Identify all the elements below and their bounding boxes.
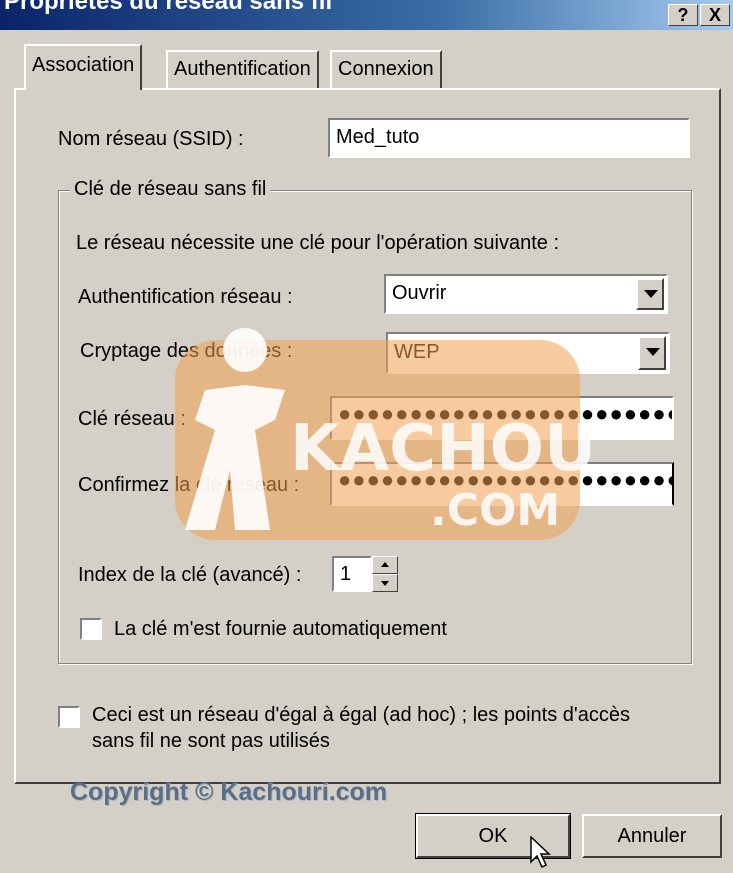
tab-connexion[interactable]: Connexion <box>330 50 442 88</box>
encryption-select-value: WEP <box>394 341 440 363</box>
chevron-down-icon[interactable] <box>636 278 664 310</box>
adhoc-label-line2: sans fil ne sont pas utilisés <box>92 730 330 752</box>
confirm-key-label: Confirmez la clé réseau : <box>78 474 300 496</box>
adhoc-checkbox[interactable] <box>58 706 80 728</box>
key-input[interactable]: ●●●●●●●●●●●●●●●●●●●●●●●●●● <box>330 396 674 440</box>
ssid-input[interactable]: Med_tuto <box>328 118 690 158</box>
tab-association[interactable]: Association <box>24 44 143 90</box>
confirm-key-input[interactable]: ●●●●●●●●●●●●●●●●●●●●●●●●●● <box>330 462 674 506</box>
title-bar: Propriétés du réseau sans fil ? X <box>0 0 733 30</box>
close-button[interactable]: X <box>700 4 730 26</box>
encryption-select[interactable]: WEP <box>386 332 670 374</box>
wireless-key-group-label: Clé de réseau sans fil <box>70 178 271 201</box>
auth-select[interactable]: Ouvrir <box>384 274 668 314</box>
window-title: Propriétés du réseau sans fil <box>4 0 333 15</box>
auth-label: Authentification réseau : <box>78 286 293 308</box>
copyright-watermark: Copyright © Kachouri.com <box>70 778 388 806</box>
encryption-label: Cryptage des données : <box>80 340 293 362</box>
mouse-cursor-icon <box>530 836 551 869</box>
ssid-label: Nom réseau (SSID) : <box>58 128 244 150</box>
key-label: Clé réseau : <box>78 408 186 430</box>
key-index-input[interactable]: 1 <box>332 556 372 592</box>
cancel-button[interactable]: Annuler <box>582 814 722 858</box>
requirement-text: Le réseau nécessite une clé pour l'opéra… <box>76 232 560 254</box>
help-button[interactable]: ? <box>668 4 698 26</box>
auto-key-checkbox[interactable] <box>80 618 102 640</box>
auth-select-value: Ouvrir <box>392 282 447 304</box>
key-index-label: Index de la clé (avancé) : <box>78 564 302 586</box>
tab-authentification[interactable]: Authentification <box>166 50 319 88</box>
spinner-up-icon[interactable] <box>372 556 398 574</box>
chevron-down-icon[interactable] <box>638 336 666 370</box>
auto-key-label: La clé m'est fournie automatiquement <box>114 618 447 640</box>
spinner-down-icon[interactable] <box>372 574 398 592</box>
adhoc-label-line1: Ceci est un réseau d'égal à égal (ad hoc… <box>92 704 630 726</box>
key-index-spinner[interactable] <box>372 556 398 592</box>
